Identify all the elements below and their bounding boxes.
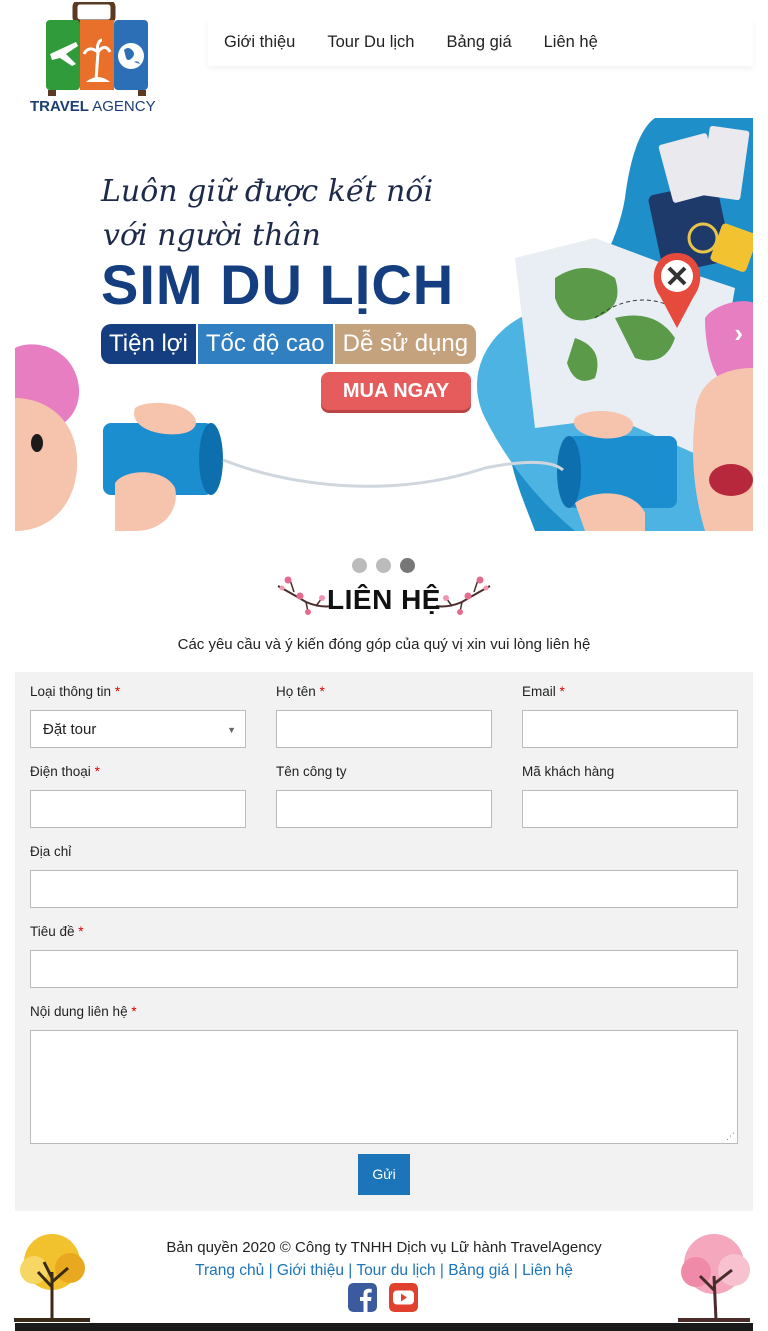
carousel-indicators	[352, 558, 415, 573]
field-message: Nội dung liên hệ * ⋰	[30, 1004, 738, 1144]
address-label: Địa chỉ	[30, 844, 72, 859]
site-header: TRAVEL AGENCY Giới thiệu Tour Du lịch Bả…	[0, 0, 768, 118]
carousel-dot-1[interactable]	[352, 558, 367, 573]
subject-input[interactable]	[30, 950, 738, 988]
customer-code-label: Mã khách hàng	[522, 764, 615, 779]
footer-link-lien-he[interactable]: Liên hệ	[522, 1262, 573, 1279]
carousel-dot-2[interactable]	[376, 558, 391, 573]
email-label: Email *	[522, 684, 565, 699]
facebook-icon[interactable]	[348, 1283, 377, 1312]
footer-link-tour-du-lich[interactable]: Tour du lịch	[356, 1262, 435, 1279]
message-textarea[interactable]: ⋰	[30, 1030, 738, 1144]
carousel-next-chevron-right-icon[interactable]: ›	[734, 318, 743, 349]
footer-bottom-bar	[15, 1323, 753, 1331]
field-phone: Điện thoại *	[30, 764, 246, 828]
info-type-select[interactable]: Đặt tour ▼	[30, 710, 246, 748]
field-email: Email *	[522, 684, 738, 748]
field-customer-code: Mã khách hàng	[522, 764, 738, 828]
phone-label: Điện thoại *	[30, 764, 100, 779]
footer-link-trang-chu[interactable]: Trang chủ	[195, 1262, 264, 1279]
contact-form: Loại thông tin * Đặt tour ▼ Họ tên * Emai…	[15, 672, 753, 1211]
social-links	[348, 1283, 418, 1312]
footer-links: Trang chủ | Giới thiệu | Tour du lịch | …	[195, 1262, 573, 1279]
copyright-text: Bản quyền 2020 © Công ty TNHH Dịch vụ Lữ…	[166, 1239, 602, 1256]
submit-button[interactable]: Gửi	[358, 1154, 410, 1195]
youtube-icon[interactable]	[389, 1283, 418, 1312]
full-name-input[interactable]	[276, 710, 492, 748]
contact-section-title: LIÊN HỆ	[327, 584, 441, 615]
banner-tagline-line-2: với người thân	[103, 218, 321, 253]
banner-pill-tien-loi: Tiện lợi	[101, 324, 196, 364]
full-name-label: Họ tên *	[276, 684, 325, 699]
banner-tagline-line-1: Luôn giữ được kết nối	[101, 174, 434, 209]
subject-label: Tiêu đề *	[30, 924, 84, 939]
banner-headline: SIM DU LỊCH	[101, 253, 455, 316]
nav-link-bang-gia[interactable]: Bảng giá	[430, 19, 527, 65]
dropdown-caret-icon: ▼	[227, 725, 236, 735]
main-navigation: Giới thiệu Tour Du lịch Bảng giá Liên hệ	[208, 18, 753, 66]
suitcase-logo-icon	[46, 0, 148, 96]
address-input[interactable]	[30, 870, 738, 908]
hero-banner[interactable]: Luôn giữ được kết nối với người thân SIM…	[15, 118, 753, 531]
info-type-label: Loại thông tin *	[30, 684, 121, 699]
field-address: Địa chỉ	[30, 844, 738, 908]
nav-link-tour-du-lich[interactable]: Tour Du lịch	[311, 19, 430, 65]
logo-wordmark: TRAVEL AGENCY	[30, 98, 156, 115]
site-footer: Bản quyền 2020 © Công ty TNHH Dịch vụ Lữ…	[0, 1222, 768, 1331]
field-info-type: Loại thông tin * Đặt tour ▼	[30, 684, 246, 748]
phone-input[interactable]	[30, 790, 246, 828]
field-subject: Tiêu đề *	[30, 924, 738, 988]
company-input[interactable]	[276, 790, 492, 828]
email-input[interactable]	[522, 710, 738, 748]
field-full-name: Họ tên *	[276, 684, 492, 748]
footer-link-bang-gia[interactable]: Bảng giá	[448, 1262, 509, 1279]
buy-now-button[interactable]: MUA NGAY	[321, 372, 471, 410]
footer-link-gioi-thieu[interactable]: Giới thiệu	[277, 1262, 344, 1279]
banner-pill-toc-do-cao: Tốc độ cao	[197, 324, 333, 364]
nav-link-lien-he[interactable]: Liên hệ	[528, 19, 614, 65]
nav-link-gioi-thieu[interactable]: Giới thiệu	[208, 19, 311, 65]
company-label: Tên công ty	[276, 764, 347, 779]
resize-handle-icon[interactable]: ⋰	[726, 1131, 735, 1142]
customer-code-input[interactable]	[522, 790, 738, 828]
carousel-dot-3[interactable]	[400, 558, 415, 573]
banner-pill-de-su-dung: Dễ sử dụng	[334, 324, 477, 364]
contact-section-subtitle: Các yêu cầu và ý kiến đóng góp của quý v…	[177, 636, 591, 653]
banner-feature-pills: Tiện lợi Tốc độ cao Dễ sử dụng	[101, 324, 477, 364]
field-company: Tên công ty	[276, 764, 492, 828]
travel-agency-logo[interactable]: TRAVEL AGENCY	[28, 0, 168, 116]
message-label: Nội dung liên hệ *	[30, 1004, 137, 1019]
